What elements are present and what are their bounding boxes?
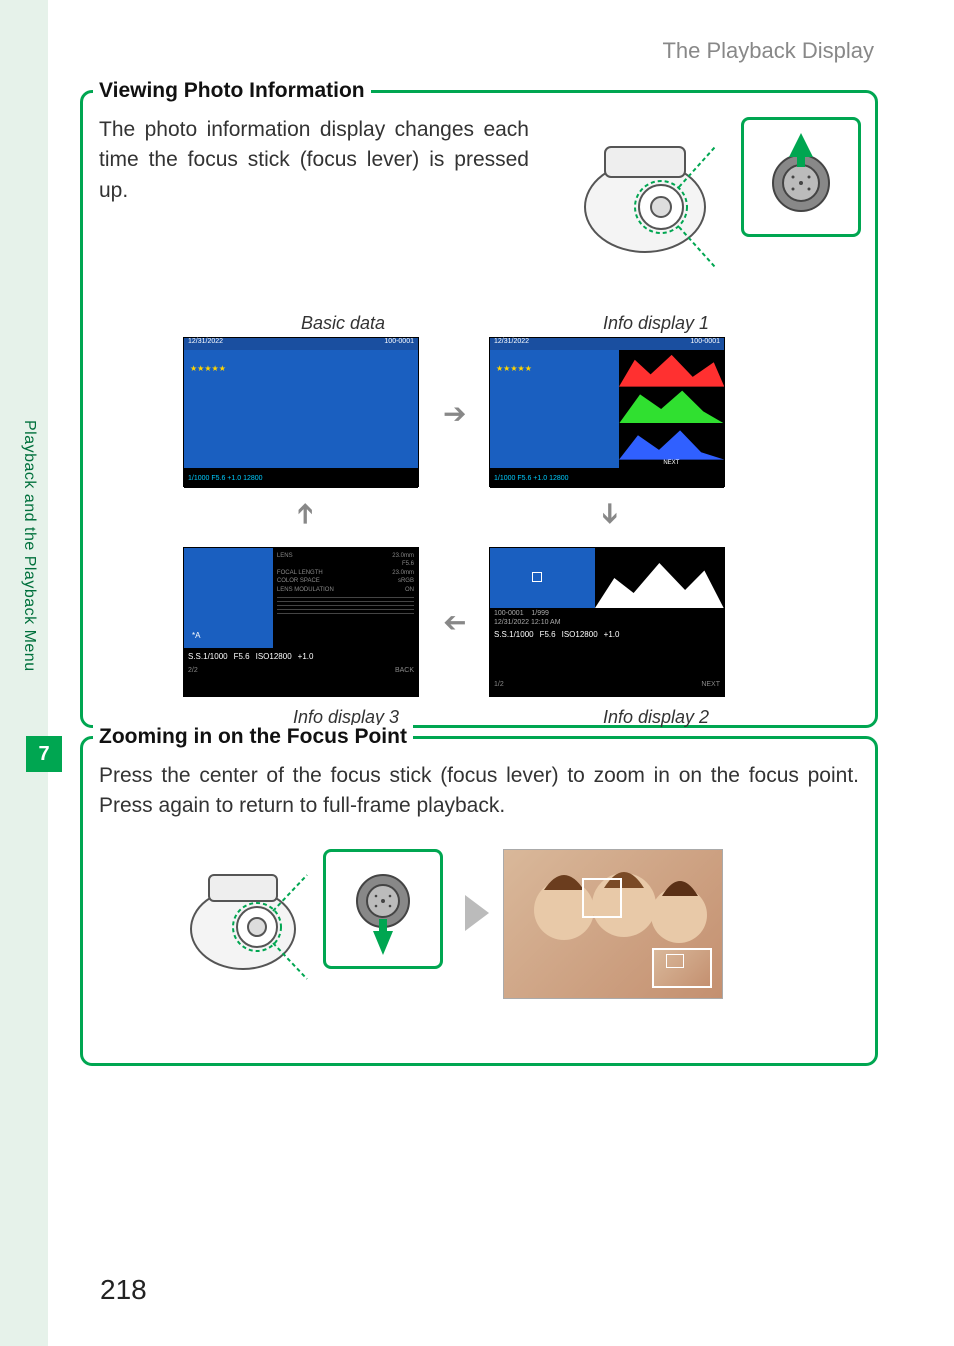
chapter-tab: 7 [26, 736, 62, 772]
camera-illustration-small [173, 849, 313, 989]
info-display-2-label: Info display 2 [603, 707, 709, 728]
zoomed-photo-preview [503, 849, 723, 999]
screen-date: 12/31/2022 [188, 338, 223, 350]
screen-datetime: 12/31/2022 12:10 AM [490, 619, 724, 628]
arrow-right-icon: ➔ [443, 397, 466, 430]
screen-bottom-info: 1/1000 F5.6 +1.0 12800 [494, 475, 569, 482]
back-label: BACK [395, 667, 414, 674]
page-number: 218 [100, 1274, 147, 1306]
box1-body-text: The photo information display changes ea… [99, 115, 529, 206]
rating-stars-icon: ★★★★★ [190, 364, 226, 373]
screen-card: 100-0001 [690, 338, 720, 350]
screen-ss: S.S.1/1000 [188, 652, 228, 661]
rating-stars-icon: ★★★★★ [496, 364, 532, 373]
screen-page: 1/2 [494, 681, 504, 688]
next-label: NEXT [619, 460, 724, 468]
screen-ss: S.S.1/1000 [494, 630, 534, 639]
box2-body-text: Press the center of the focus stick (foc… [99, 761, 859, 822]
info-display-3-screen: *A LENS23.0mm F5.6 FOCAL LENGTH23.0mm CO… [183, 547, 419, 697]
box2-title: Zooming in on the Focus Point [93, 725, 413, 749]
basic-data-screen: 12/31/2022 100-0001 ★★★★★ 1/1000 F5.6 +1.… [183, 337, 419, 487]
info-display-1-screen: 12/31/2022 100-0001 ★★★★★ NEXT 1/1000 F5.… [489, 337, 725, 487]
screen-ev: +1.0 [298, 652, 314, 661]
screen-f: F5.6 [234, 652, 250, 661]
zooming-focus-point-box: Zooming in on the Focus Point Press the … [80, 736, 878, 1066]
focus-lever-up-illustration [741, 117, 861, 237]
info-display-2-screen: 100-0001 1/999 12/31/2022 12:10 AM S.S.1… [489, 547, 725, 697]
screen-page: 2/2 [188, 667, 198, 674]
box1-title: Viewing Photo Information [93, 79, 371, 103]
screen-f: F5.6 [540, 630, 556, 639]
focus-point-indicator [582, 878, 622, 918]
arrow-up-icon: ➔ [288, 502, 321, 525]
screen-date: 12/31/2022 [494, 338, 529, 350]
navigator-thumbnail [652, 948, 712, 988]
sidebar-section-label: Playback and the Playback Menu [20, 420, 38, 672]
triangle-right-icon [465, 895, 489, 936]
info-display-1-label: Info display 1 [603, 313, 709, 334]
focus-lever-press-illustration [323, 849, 443, 969]
screen-card: 100-0001 [384, 338, 414, 350]
screen-iso: ISO12800 [256, 652, 292, 661]
screen-card: 100-0001 [494, 610, 524, 617]
viewing-photo-info-box: Viewing Photo Information The photo info… [80, 90, 878, 728]
camera-illustration [565, 117, 725, 277]
page-header-title: The Playback Display [662, 38, 874, 64]
basic-data-label: Basic data [301, 313, 385, 334]
screen-bottom-info: 1/1000 F5.6 +1.0 12800 [188, 475, 263, 482]
left-sidebar: Playback and the Playback Menu 7 [0, 0, 48, 1346]
arrow-left-icon: ➔ [443, 607, 466, 640]
screen-iso: ISO12800 [562, 630, 598, 639]
next-label: NEXT [701, 681, 720, 688]
arrow-down-icon: ➔ [594, 502, 627, 525]
screen-frame: 1/999 [531, 610, 549, 617]
screen-ev: +1.0 [604, 630, 620, 639]
